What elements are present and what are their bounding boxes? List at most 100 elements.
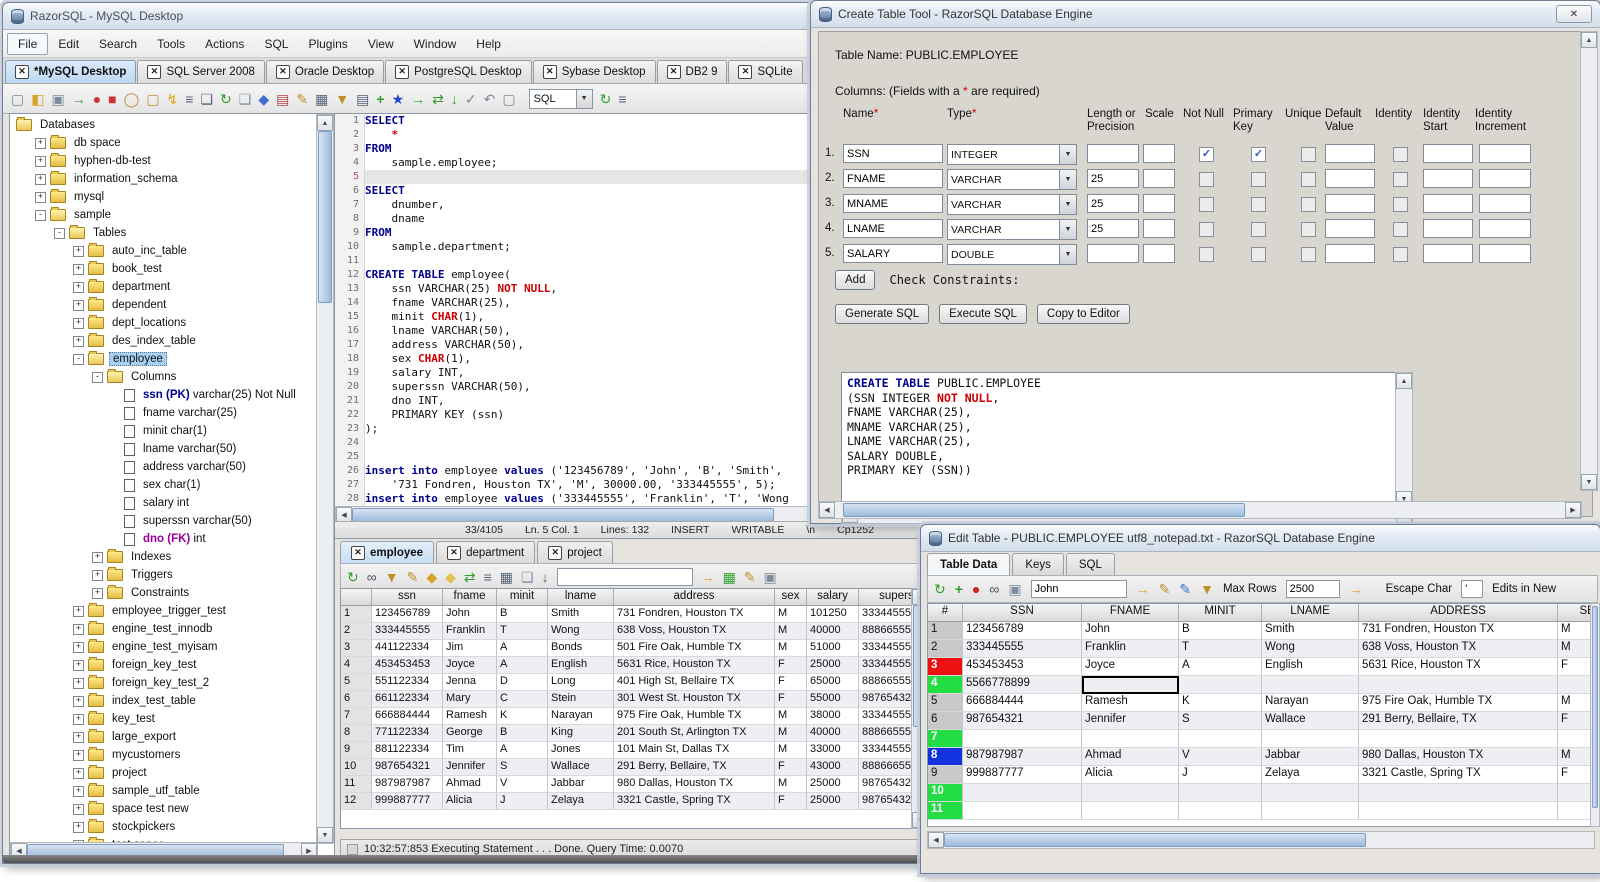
scroll-left-icon[interactable]: ◀ (928, 832, 944, 848)
selected-cell[interactable] (1082, 676, 1179, 694)
not-null-checkbox[interactable] (1199, 197, 1214, 212)
tree-expander-icon[interactable]: + (73, 245, 84, 257)
table-cell[interactable] (963, 802, 1082, 820)
table-cell[interactable]: K (497, 708, 548, 725)
table-cell[interactable]: M (775, 742, 807, 759)
tree-expander-icon[interactable]: + (35, 137, 46, 149)
column-name-field[interactable] (843, 194, 943, 213)
chevron-down-icon[interactable]: ▼ (1059, 220, 1076, 239)
table-cell[interactable]: 25000 (807, 657, 859, 674)
new-file-icon[interactable]: ▢ (11, 92, 24, 106)
results-column-header[interactable]: address (614, 589, 775, 606)
edit-table-row[interactable]: 10 (928, 784, 1594, 802)
tree-expander-icon[interactable]: + (73, 299, 84, 311)
row-number[interactable]: 4 (928, 676, 963, 694)
table-cell[interactable]: M (775, 708, 807, 725)
length-field[interactable] (1087, 194, 1139, 213)
row-search-input[interactable] (1030, 580, 1127, 598)
table-cell[interactable]: 980 Dallas, Houston TX (1359, 748, 1558, 766)
menu-item-plugins[interactable]: Plugins (298, 34, 357, 54)
create-titlebar[interactable]: Create Table Tool - RazorSQL Database En… (811, 1, 1600, 28)
table-cell[interactable]: Joyce (443, 657, 497, 674)
tree-expander-icon[interactable]: - (73, 353, 84, 365)
rotate-icon[interactable]: ⇄ (464, 570, 476, 584)
row-number[interactable]: 10 (341, 759, 372, 776)
connection-tab-sql-server-2008[interactable]: ✕ SQL Server 2008 (137, 60, 265, 83)
scale-field[interactable] (1143, 144, 1175, 163)
delete-row-icon[interactable]: ● (972, 582, 980, 596)
close-icon[interactable]: ✕ (1556, 5, 1592, 23)
column-type-select[interactable]: VARCHAR ▼ (947, 169, 1077, 190)
table-cell[interactable]: M (775, 606, 807, 623)
tree-expander-icon[interactable]: + (35, 173, 46, 185)
validate-icon[interactable]: ✓ (465, 92, 477, 106)
highlight-icon[interactable]: ✎ (1159, 582, 1171, 596)
tree-expander-icon[interactable]: + (92, 587, 103, 599)
table-cell[interactable]: 638 Voss, Houston TX (614, 623, 775, 640)
edit-column-header[interactable]: SSN (963, 604, 1082, 622)
tree-expander-icon[interactable]: + (73, 317, 84, 329)
tree-expander-icon[interactable]: + (92, 551, 103, 563)
results-column-header[interactable]: salary (807, 589, 859, 606)
edit-table-row[interactable]: 2 333445555 Franklin T Wong 638 Voss, Houston… (928, 640, 1594, 658)
table-cell[interactable] (1359, 730, 1558, 748)
table-cell[interactable]: Franklin (443, 623, 497, 640)
tree-expander-icon[interactable]: + (73, 281, 84, 293)
table-cell[interactable]: F (775, 657, 807, 674)
open-file-icon[interactable]: ◧ (31, 92, 44, 106)
save-icon[interactable]: ▣ (51, 92, 64, 106)
table-cell[interactable]: 25000 (807, 776, 859, 793)
table-cell[interactable]: Jabbar (1262, 748, 1359, 766)
tree-item[interactable]: + index_test_table (10, 692, 318, 710)
length-field[interactable] (1087, 244, 1139, 263)
table-cell[interactable]: 5631 Rice, Houston TX (1359, 658, 1558, 676)
copy-to-editor-button[interactable]: Copy to Editor (1036, 304, 1130, 324)
table-cell[interactable]: Narayan (548, 708, 614, 725)
not-null-checkbox[interactable] (1199, 172, 1214, 187)
add-column-button[interactable]: Add (835, 270, 876, 290)
table-cell[interactable]: Jennifer (443, 759, 497, 776)
row-number[interactable]: 7 (928, 730, 963, 748)
connection-tab--mysql-desktop[interactable]: ✕ *MySQL Desktop (5, 60, 137, 83)
table-row[interactable]: 9 881122334 Tim A Jones 101 Main St, Dallas T… (341, 742, 928, 759)
tree-item[interactable]: - Tables (10, 224, 318, 242)
table-cell[interactable]: V (497, 776, 548, 793)
table-cell[interactable]: 638 Voss, Houston TX (1359, 640, 1558, 658)
table-cell[interactable]: Wong (548, 623, 614, 640)
edit-tab-keys[interactable]: Keys (1012, 553, 1064, 575)
table-cell[interactable] (1359, 802, 1558, 820)
table-cell[interactable]: English (1262, 658, 1359, 676)
table-cell[interactable]: 40000 (807, 725, 859, 742)
table-cell[interactable]: 401 High St, Bellaire TX (614, 674, 775, 691)
table-cell[interactable]: 551122334 (372, 674, 443, 691)
table-cell[interactable]: 333445555 (372, 623, 443, 640)
results-column-header[interactable] (341, 589, 372, 606)
tree-expander-icon[interactable]: + (73, 821, 84, 833)
filter-results-icon[interactable]: ▼ (385, 570, 399, 584)
table-cell[interactable]: 731 Fondren, Houston TX (1359, 622, 1558, 640)
save-table-icon[interactable]: ▣ (1008, 582, 1021, 596)
menu-item-actions[interactable]: Actions (195, 34, 254, 54)
tree-item[interactable]: - sample (10, 206, 318, 224)
table-cell[interactable]: 43000 (807, 759, 859, 776)
edit-vscroll-thumb[interactable] (1592, 606, 1598, 808)
table-cell[interactable]: A (1179, 658, 1262, 676)
tree-item[interactable]: + key_test (10, 710, 318, 728)
table-cell[interactable]: 999887777 (963, 766, 1082, 784)
table-cell[interactable]: S (497, 759, 548, 776)
scroll-left-icon[interactable]: ◀ (819, 502, 835, 518)
close-tab-icon[interactable]: ✕ (447, 545, 462, 560)
table-cell[interactable]: M (775, 623, 807, 640)
tree-item[interactable]: salary int (10, 494, 318, 512)
table-cell[interactable] (1359, 784, 1558, 802)
unique-checkbox[interactable] (1301, 172, 1316, 187)
default-value-field[interactable] (1325, 169, 1375, 188)
binoculars-icon[interactable]: ∞ (367, 570, 377, 584)
fetch-icon[interactable]: ↓ (451, 92, 458, 106)
max-rows-input[interactable] (1285, 580, 1340, 598)
table-row[interactable]: 7 666884444 Ramesh K Narayan 975 Fire Oak, Hu… (341, 708, 928, 725)
tree-item[interactable]: + dept_locations (10, 314, 318, 332)
sql-preview-vscroll[interactable]: ▲ ▼ (1395, 372, 1413, 508)
table-cell[interactable]: 453453453 (372, 657, 443, 674)
column-name-field[interactable] (843, 219, 943, 238)
